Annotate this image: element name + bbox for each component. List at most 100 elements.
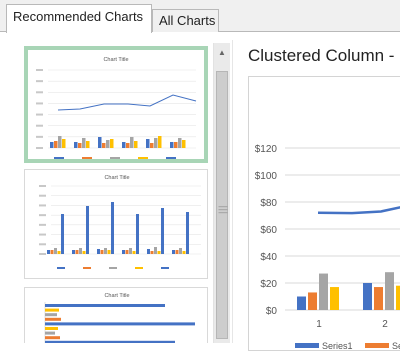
column-bar — [150, 143, 154, 148]
bar-row — [45, 308, 59, 312]
y-tick-mark — [39, 253, 46, 255]
legend-swatch — [109, 267, 117, 269]
column-bar — [62, 139, 66, 148]
y-tick-label: $40 — [260, 252, 277, 263]
column-bar — [147, 249, 150, 254]
bar-row — [45, 327, 58, 330]
y-tick-mark — [39, 185, 46, 187]
legend-swatch — [166, 157, 176, 159]
legend-swatch — [57, 267, 65, 269]
column-bar — [104, 248, 107, 254]
column-bar — [136, 214, 139, 254]
bar-row — [45, 317, 61, 321]
x-tick-label: 1 — [316, 319, 322, 330]
bar-row — [45, 313, 57, 317]
column-bar — [75, 250, 79, 254]
tab-all-charts[interactable]: All Charts — [152, 9, 219, 32]
y-tick-label: $120 — [255, 144, 278, 155]
grip-icon: ― ― ― — [218, 201, 228, 217]
y-tick-mark — [39, 233, 46, 236]
column-bar — [122, 250, 125, 254]
column-bar — [50, 250, 54, 254]
y-tick-mark — [39, 194, 46, 197]
column-bar — [154, 138, 158, 148]
legend-swatch — [295, 343, 319, 348]
column-bar — [132, 251, 136, 254]
column-bar — [150, 251, 154, 254]
y-tick-mark — [36, 91, 43, 94]
column-bar — [174, 142, 178, 148]
column-bar — [78, 143, 82, 148]
column-bar — [107, 250, 111, 254]
column-bar — [182, 251, 186, 254]
column-bar — [125, 250, 129, 254]
bar-row — [45, 322, 195, 326]
column-bar — [74, 142, 78, 148]
chart-preview: $120$100$80$60$40$20$012Series1Se — [248, 76, 400, 351]
column-bar — [82, 251, 86, 254]
thumbnail-scrollbar[interactable]: ▲ ― ― ― — [213, 43, 230, 343]
y-tick-label: $20 — [260, 279, 277, 290]
legend-swatch — [161, 267, 169, 269]
column-bar — [72, 250, 75, 254]
column-bar — [50, 142, 54, 148]
thumbnail-chart-1: Chart Title — [36, 57, 197, 159]
column-bar — [54, 141, 58, 148]
thumbnail-title: Chart Title — [104, 293, 129, 299]
thumbnail-title: Chart Title — [104, 175, 129, 181]
column-bar — [363, 283, 372, 310]
column-bar — [385, 272, 394, 310]
chart-thumbnail-3[interactable]: Chart Title — [24, 287, 208, 343]
column-bar — [98, 137, 102, 148]
y-tick-mark — [39, 204, 46, 207]
column-bar — [110, 139, 114, 148]
column-bar — [82, 138, 86, 148]
preview-chart: $120$100$80$60$40$20$012Series1Se — [255, 144, 400, 350]
y-tick-mark — [36, 147, 43, 149]
y-tick-mark — [36, 113, 43, 116]
dialog-pane: Chart Title Chart Title Chart Title ▲ ― ―… — [0, 32, 400, 351]
column-bar — [126, 143, 130, 148]
thumbnail-chart-3: Chart Title — [44, 293, 195, 343]
column-bar — [182, 140, 186, 148]
scrollbar-thumb[interactable]: ― ― ― — [216, 71, 228, 339]
column-bar — [186, 212, 189, 254]
column-bar — [58, 136, 62, 148]
column-bar — [106, 140, 110, 148]
column-bar — [308, 292, 317, 310]
column-bar — [178, 138, 182, 148]
column-bar — [172, 250, 175, 254]
column-bar — [57, 251, 61, 254]
column-bar — [146, 139, 150, 148]
tab-recommended-charts[interactable]: Recommended Charts — [6, 4, 152, 33]
column-bar — [102, 143, 106, 148]
chart-thumbnail-1[interactable]: Chart Title — [24, 46, 208, 163]
series-line — [57, 94, 197, 111]
column-bar — [170, 142, 174, 148]
scroll-up-icon[interactable]: ▲ — [214, 45, 230, 61]
column-bar — [154, 247, 157, 254]
column-bar — [122, 142, 126, 148]
y-tick-mark — [36, 135, 43, 138]
y-tick-label: $100 — [255, 171, 278, 182]
legend-swatch — [135, 267, 143, 269]
thumbnail-title: Chart Title — [103, 57, 128, 63]
column-bar — [97, 249, 100, 254]
column-bar — [330, 287, 339, 310]
legend-swatch — [110, 157, 120, 159]
chart-thumbnail-2[interactable]: Chart Title — [24, 169, 208, 279]
column-bar — [86, 141, 90, 148]
column-bar — [100, 250, 104, 254]
legend-swatch — [365, 343, 389, 348]
series-line — [317, 206, 400, 215]
column-bar — [396, 285, 400, 310]
column-bar — [297, 296, 306, 310]
column-bar — [54, 248, 57, 254]
column-bar — [134, 141, 138, 148]
column-bar — [179, 248, 182, 254]
column-bar — [161, 208, 164, 254]
column-bar — [175, 250, 179, 254]
legend-swatch — [54, 157, 64, 159]
column-bar — [158, 136, 162, 148]
preview-chart-type-title: Clustered Column - — [248, 46, 395, 65]
